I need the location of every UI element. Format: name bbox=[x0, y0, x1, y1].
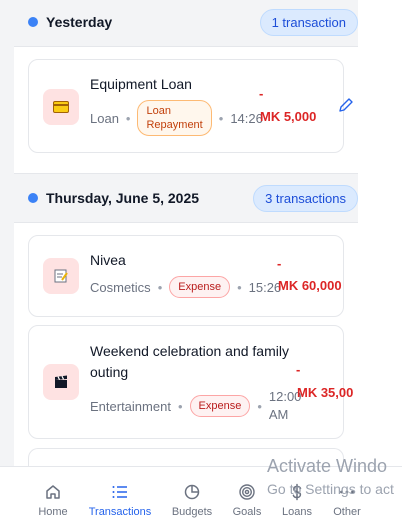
meta-separator: • bbox=[237, 279, 242, 295]
transaction-meta: Loan • Loan Repayment • 14:26 bbox=[90, 100, 263, 136]
amount-sign: - bbox=[259, 86, 264, 101]
transaction-amount: MK 60,000 bbox=[278, 278, 342, 293]
transaction-title: Nivea bbox=[90, 252, 126, 268]
meta-separator: • bbox=[177, 398, 183, 414]
nav-budgets[interactable]: Budgets bbox=[162, 467, 222, 523]
more-icon bbox=[340, 490, 354, 494]
memo-icon bbox=[43, 258, 79, 294]
transaction-card[interactable]: Weekend celebration and family outing En… bbox=[28, 325, 344, 439]
section-header-thursday: Thursday, June 5, 2025 3 transactions bbox=[14, 176, 358, 220]
transaction-category: Loan bbox=[90, 110, 119, 126]
transaction-category: Entertainment bbox=[90, 398, 171, 414]
nav-label: Goals bbox=[232, 506, 262, 518]
dollar-icon bbox=[292, 483, 302, 501]
nav-transactions[interactable]: Transactions bbox=[86, 467, 154, 523]
section-divider bbox=[14, 173, 358, 174]
transaction-title: Equipment Loan bbox=[90, 76, 192, 92]
meta-separator: • bbox=[157, 279, 163, 295]
transaction-type-badge: Loan Repayment bbox=[137, 100, 212, 136]
nav-home[interactable]: Home bbox=[23, 467, 83, 523]
transaction-category: Cosmetics bbox=[90, 279, 151, 295]
nav-label: Other bbox=[333, 506, 361, 518]
transaction-card[interactable]: Equipment Loan Loan • Loan Repayment • 1… bbox=[28, 59, 344, 153]
money-icon bbox=[43, 89, 79, 125]
section-date: Thursday, June 5, 2025 bbox=[46, 190, 200, 206]
transaction-type-badge: Expense bbox=[169, 276, 231, 298]
transaction-amount: MK 35,00 bbox=[297, 385, 354, 400]
home-icon bbox=[46, 485, 60, 499]
time-line2: AM bbox=[268, 407, 289, 422]
type-badge-line2: Repayment bbox=[146, 119, 203, 131]
transaction-meta: Cosmetics • Expense • 15:26 bbox=[90, 276, 281, 298]
transaction-count-badge: 3 transactions bbox=[253, 184, 358, 212]
type-badge-line1: Loan bbox=[146, 105, 171, 117]
section-dot bbox=[28, 17, 38, 27]
section-header-yesterday: Yesterday 1 transaction bbox=[14, 0, 358, 44]
transaction-amount: MK 5,000 bbox=[260, 109, 317, 124]
amount-sign: - bbox=[277, 256, 282, 271]
transaction-card[interactable]: Nivea Cosmetics • Expense • 15:26 bbox=[28, 235, 344, 317]
meta-separator: • bbox=[125, 110, 131, 126]
transaction-meta: Entertainment • Expense • 12:00 AM bbox=[90, 388, 301, 424]
nav-other[interactable]: Other bbox=[317, 467, 377, 523]
transaction-time: 14:26 bbox=[230, 110, 263, 126]
meta-separator: • bbox=[257, 398, 262, 414]
nav-label: Transactions bbox=[88, 506, 152, 518]
transaction-count-badge: 1 transaction bbox=[259, 8, 358, 36]
meta-separator: • bbox=[218, 110, 224, 126]
nav-label: Budgets bbox=[171, 506, 213, 518]
target-icon bbox=[239, 484, 255, 500]
transaction-time: 15:26 bbox=[248, 279, 282, 295]
pie-chart-icon bbox=[184, 484, 200, 500]
clapper-icon bbox=[43, 364, 79, 400]
nav-label: Loans bbox=[282, 506, 312, 518]
bottom-nav: Home Transactions Budgets Goals Loans Ot… bbox=[0, 466, 402, 523]
nav-label: Home bbox=[38, 506, 68, 518]
list-icon bbox=[112, 486, 127, 498]
edit-icon[interactable] bbox=[338, 97, 354, 113]
amount-sign: - bbox=[296, 362, 301, 377]
transaction-type-badge: Expense bbox=[189, 395, 251, 417]
transaction-title: Weekend celebration and family outing bbox=[90, 343, 289, 380]
section-date: Yesterday bbox=[46, 14, 113, 30]
section-dot bbox=[28, 193, 38, 203]
